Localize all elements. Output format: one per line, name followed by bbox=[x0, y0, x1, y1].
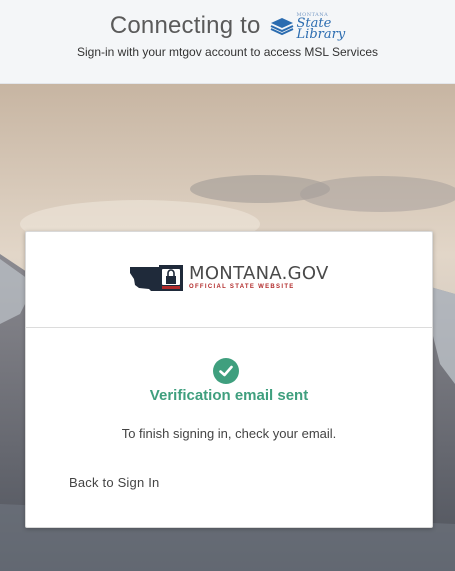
connecting-row: Connecting to Montana State Library bbox=[0, 8, 455, 44]
card-header: MONTANA.GOV OFFICIAL STATE WEBSITE bbox=[26, 232, 432, 328]
state-library-wordmark: Montana State Library bbox=[296, 12, 346, 42]
status-message: To finish signing in, check your email. bbox=[121, 426, 337, 441]
montana-gov-logo: MONTANA.GOV OFFICIAL STATE WEBSITE bbox=[129, 263, 329, 293]
check-circle-icon bbox=[213, 358, 239, 384]
status-title: Verification email sent bbox=[149, 387, 309, 404]
montana-gov-title: MONTANA.GOV bbox=[189, 263, 329, 284]
verification-card: MONTANA.GOV OFFICIAL STATE WEBSITE Verif… bbox=[25, 231, 433, 528]
state-library-library-word: Library bbox=[296, 26, 346, 42]
back-to-signin-link[interactable]: Back to Sign In bbox=[69, 475, 159, 490]
signin-subtitle: Sign-in with your mtgov account to acces… bbox=[76, 45, 378, 59]
book-stack-icon bbox=[270, 18, 293, 36]
montana-state-padlock-icon bbox=[130, 265, 183, 291]
montana-gov-wordmark: MONTANA.GOV OFFICIAL STATE WEBSITE bbox=[189, 265, 329, 291]
connecting-label: Connecting to bbox=[109, 12, 261, 39]
top-banner: Connecting to Montana State Library Sign… bbox=[0, 0, 455, 84]
state-library-logo: Montana State Library bbox=[269, 12, 346, 42]
montana-gov-subtitle: OFFICIAL STATE WEBSITE bbox=[189, 284, 295, 290]
